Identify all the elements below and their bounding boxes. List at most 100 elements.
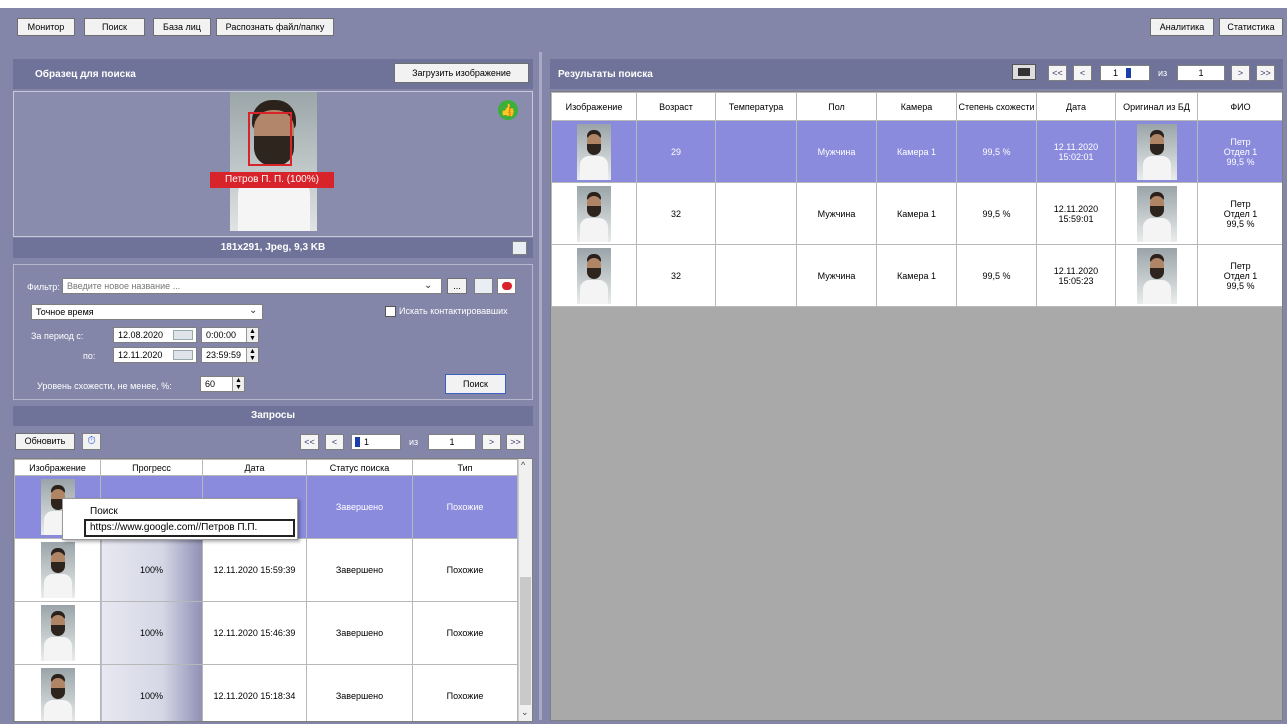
result-temperature [715, 182, 797, 245]
row-image-cell [14, 538, 101, 602]
next-page-button[interactable]: > [482, 434, 501, 450]
table-row[interactable]: 100% 12.11.2020 15:18:34 Завершено Похож… [14, 664, 518, 721]
face-thumbnail [40, 542, 75, 598]
chevron-down-icon[interactable]: ⌄ [249, 305, 257, 316]
calendar-icon[interactable] [173, 350, 193, 360]
result-score: 99,5 % [1226, 218, 1255, 229]
save-image-icon[interactable] [512, 241, 527, 255]
results-first-page-button[interactable]: << [1048, 65, 1067, 81]
statistics-button[interactable]: Статистика [1219, 18, 1283, 36]
result-gender: Мужчина [796, 182, 877, 245]
result-similarity: 99,5 % [956, 120, 1037, 183]
face-thumbnail [40, 668, 75, 721]
to-time-spinner[interactable]: ▲ ▼ [246, 348, 258, 362]
result-datetime: 12.11.2020 15:02:01 [1036, 120, 1116, 183]
refresh-button[interactable]: Обновить [15, 433, 75, 450]
face-database-button[interactable]: База лиц [153, 18, 211, 36]
row-progress: 100% [100, 601, 203, 665]
face-detection-box [248, 112, 292, 166]
result-date: 12.11.2020 [1053, 265, 1099, 276]
table-row[interactable]: 32 Мужчина Камера 1 99,5 % 12.11.2020 15:… [551, 244, 1282, 307]
minus-icon [502, 282, 512, 290]
col-age[interactable]: Возраст [636, 92, 716, 121]
results-page-value: 1 [1113, 68, 1119, 78]
result-datetime: 12.11.2020 15:05:23 [1036, 244, 1116, 307]
col-camera[interactable]: Камера [876, 92, 957, 121]
context-menu-search[interactable]: Поиск [90, 506, 118, 517]
from-time-spinner[interactable]: ▲ ▼ [246, 328, 258, 342]
col-gender[interactable]: Пол [796, 92, 877, 121]
requests-page-input[interactable]: 1 [351, 434, 401, 450]
table-row[interactable]: 29 Мужчина Камера 1 99,5 % 12.11.2020 15:… [551, 120, 1282, 183]
face-label: Петров П. П. (100%) [210, 172, 334, 188]
monitor-button[interactable]: Монитор [17, 18, 75, 36]
result-name: Петр [1230, 136, 1251, 147]
result-similarity: 99,5 % [956, 182, 1037, 245]
scroll-thumb[interactable] [520, 577, 531, 705]
calendar-icon[interactable] [173, 330, 193, 340]
results-header: Результаты поиска [550, 59, 1283, 89]
page-caret [355, 437, 360, 447]
last-page-button[interactable]: >> [506, 434, 525, 450]
prev-page-button[interactable]: < [325, 434, 344, 450]
recognize-file-button[interactable]: Распознать файл/папку [216, 18, 334, 36]
requests-header: Запросы [13, 406, 533, 426]
contacts-checkbox[interactable] [385, 306, 396, 317]
contacts-label: Искать контактировавших [399, 306, 508, 316]
result-original-cell [1115, 244, 1198, 307]
col-type[interactable]: Тип [412, 459, 518, 476]
result-time: 15:59:01 [1058, 213, 1094, 224]
search-button[interactable]: Поиск [445, 374, 506, 394]
results-last-page-button[interactable]: >> [1256, 65, 1275, 81]
table-row[interactable]: 32 Мужчина Камера 1 99,5 % 12.11.2020 15:… [551, 182, 1282, 245]
result-dept: Отдел 1 [1223, 270, 1258, 281]
result-fullname: Петр Отдел 1 99,5 % [1197, 244, 1282, 307]
results-of-label: из [1158, 68, 1168, 78]
delete-filter-button[interactable] [497, 278, 516, 294]
scroll-down-icon[interactable]: ⌄ [521, 707, 529, 718]
time-mode-select[interactable]: Точное время [31, 304, 263, 320]
col-status[interactable]: Статус поиска [306, 459, 413, 476]
row-image-cell [14, 664, 101, 721]
col-image[interactable]: Изображение [551, 92, 637, 121]
results-page-input[interactable]: 1 [1100, 65, 1150, 81]
result-date: 12.11.2020 [1053, 203, 1099, 214]
table-row[interactable]: 100% 12.11.2020 15:59:39 Завершено Похож… [14, 538, 518, 602]
chevron-down-icon[interactable]: ⌄ [424, 280, 432, 291]
scroll-up-icon[interactable]: ^ [521, 460, 525, 470]
more-button[interactable]: ... [447, 278, 467, 294]
print-icon[interactable] [1012, 64, 1036, 80]
col-image[interactable]: Изображение [14, 459, 101, 476]
requests-scrollbar[interactable]: ^ ⌄ [518, 459, 532, 721]
first-page-button[interactable]: << [300, 434, 319, 450]
panel-splitter[interactable] [539, 52, 542, 720]
result-dept: Отдел 1 [1223, 146, 1258, 157]
col-similarity[interactable]: Степень схожести [956, 92, 1037, 121]
filter-name-input[interactable]: Введите новое название ... [62, 278, 442, 294]
result-name: Петр [1230, 260, 1251, 271]
similarity-label: Уровень схожести, не менее, %: [37, 381, 172, 391]
result-score: 99,5 % [1226, 280, 1255, 291]
context-menu-google-link[interactable]: https://www.google.com//Петров П.П. [84, 519, 295, 537]
col-date[interactable]: Дата [1036, 92, 1116, 121]
save-filter-icon[interactable] [474, 278, 493, 294]
upload-image-button[interactable]: Загрузить изображение [394, 63, 529, 83]
results-next-page-button[interactable]: > [1231, 65, 1250, 81]
col-progress[interactable]: Прогресс [100, 459, 203, 476]
analytics-button[interactable]: Аналитика [1150, 18, 1214, 36]
search-tab-button[interactable]: Поиск [84, 18, 145, 36]
sample-title: Образец для поиска [35, 69, 136, 80]
col-temperature[interactable]: Температура [715, 92, 797, 121]
col-date[interactable]: Дата [202, 459, 307, 476]
auto-refresh-timer-icon[interactable]: ⏱ [82, 433, 101, 450]
col-original[interactable]: Оригинал из БД [1115, 92, 1198, 121]
col-fullname[interactable]: ФИО [1197, 92, 1282, 121]
results-table: Изображение Возраст Температура Пол Каме… [551, 92, 1282, 307]
image-info-bar: 181x291, Jpeg, 9,3 KB [13, 238, 533, 258]
requests-title: Запросы [250, 410, 296, 421]
results-prev-page-button[interactable]: < [1073, 65, 1092, 81]
result-date: 12.11.2020 [1053, 141, 1099, 152]
similarity-spinner[interactable]: ▲ ▼ [232, 377, 244, 391]
table-row[interactable]: 100% 12.11.2020 15:46:39 Завершено Похож… [14, 601, 518, 665]
printer-glyph [1018, 68, 1030, 76]
